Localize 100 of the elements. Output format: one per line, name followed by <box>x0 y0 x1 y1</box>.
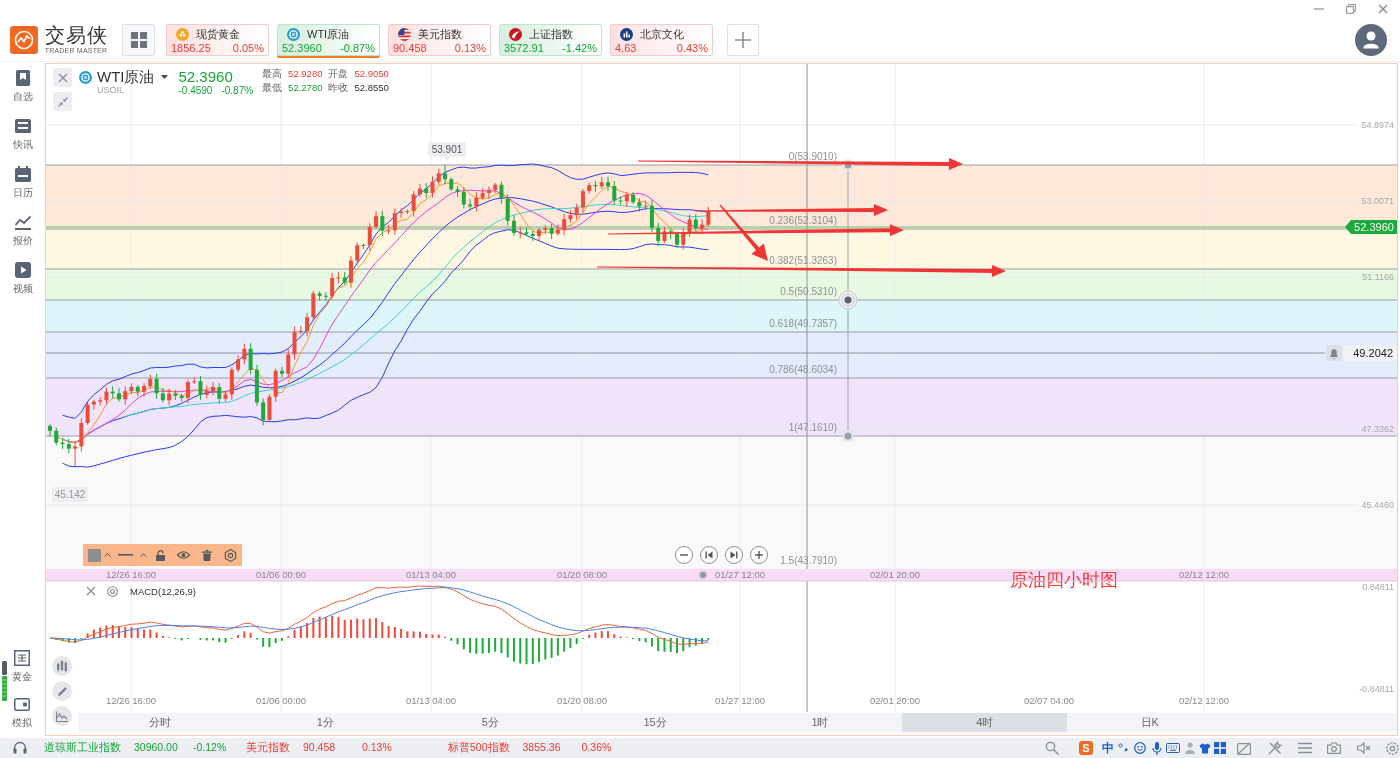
sidebar-item[interactable]: 自选 <box>0 70 45 103</box>
sidebar-item[interactable]: 快讯 <box>0 118 45 151</box>
close-icon[interactable] <box>1378 4 1388 14</box>
settings-icon[interactable] <box>1386 741 1399 755</box>
macd-axis-label: 0.84811 <box>1362 582 1394 592</box>
signal-meter-icon <box>2 661 7 701</box>
period-tab[interactable]: 日K <box>1067 713 1233 732</box>
quote-change: 0.13% <box>454 42 486 54</box>
chevron-up-icon[interactable] <box>104 553 111 557</box>
person-icon[interactable] <box>1185 742 1195 754</box>
close-icon[interactable] <box>86 586 96 596</box>
ticker-name: 美元指数 <box>246 741 290 755</box>
time-axis-label: 01/13 04:00 <box>405 695 457 706</box>
list-icon[interactable] <box>1298 742 1312 754</box>
last-price: 52.3960 <box>178 68 234 85</box>
handle-dot-icon[interactable] <box>698 570 708 580</box>
candlestick-icon <box>56 660 68 672</box>
magnifier-icon[interactable] <box>1045 741 1059 755</box>
quote-card[interactable]: 上证指数 3572.91 -1.42% <box>499 24 602 56</box>
period-tab[interactable]: 1时 <box>737 713 903 732</box>
eye-icon[interactable] <box>177 551 190 559</box>
stat-value: 52.2780 <box>288 82 323 93</box>
lock-icon[interactable] <box>156 549 165 561</box>
period-tab[interactable]: 4时 <box>902 713 1068 732</box>
logo-icon <box>10 26 38 54</box>
ring-logo-icon <box>287 27 300 41</box>
tools-icon[interactable] <box>1268 741 1282 755</box>
period-tab[interactable]: 1分 <box>242 713 408 732</box>
chart-type-button[interactable] <box>52 656 72 676</box>
price-change: -0.4590 <box>178 85 213 96</box>
flag-icon <box>398 27 411 41</box>
sidebar-item[interactable]: 报价 <box>0 214 45 247</box>
calendar-icon <box>14 166 31 182</box>
bell-icon[interactable] <box>1326 345 1342 361</box>
collapse-button[interactable] <box>53 92 72 111</box>
mute-icon[interactable] <box>1357 742 1371 754</box>
handle-dot-icon[interactable] <box>842 430 854 442</box>
grid-icon[interactable] <box>1214 742 1226 754</box>
smiley-icon[interactable] <box>1134 742 1146 754</box>
ticker-value: 30960.00 <box>134 741 179 755</box>
settings-icon[interactable] <box>224 548 237 562</box>
stat-label: 昨收 <box>328 82 349 93</box>
quote-card[interactable]: 美元指数 90.458 0.13% <box>388 24 491 56</box>
price-change-percent: -0.87% <box>221 85 254 96</box>
shirt-icon[interactable] <box>1199 742 1211 754</box>
close-chart-button[interactable] <box>53 68 72 87</box>
quote-name: 北京文化 <box>640 26 684 42</box>
symbol-dropdown[interactable]: WTI原油 <box>97 68 168 85</box>
sidebar-item[interactable]: 视频 <box>0 262 45 295</box>
low-price-label: 45.142 <box>52 487 88 502</box>
quote-card[interactable]: 现货黄金 1856.25 0.05% <box>166 24 269 56</box>
color-swatch-icon[interactable] <box>88 548 101 562</box>
plus-icon <box>755 551 763 559</box>
news-icon <box>14 118 31 134</box>
period-tab[interactable]: 15分 <box>572 713 738 732</box>
line-style-icon[interactable] <box>118 554 133 556</box>
settings-icon[interactable] <box>107 585 118 597</box>
price-axis-label: 45.4460 <box>1361 500 1394 510</box>
stat-value: 52.9050 <box>354 68 389 79</box>
time-axis-label: 02/01 20:00 <box>869 695 921 706</box>
symbol-code: USOIL <box>97 85 125 95</box>
skip-end-icon <box>730 551 738 559</box>
time-axis-label: 02/12 12:00 <box>1178 569 1230 580</box>
last-price-tag: 52.3960 <box>1345 220 1397 234</box>
minus-icon <box>680 551 688 559</box>
quote-change: -0.87% <box>340 42 375 54</box>
camera-icon[interactable] <box>1327 742 1341 754</box>
app-title: 交易侠 <box>44 25 108 46</box>
handle-dot-icon[interactable] <box>838 290 858 310</box>
layout-button[interactable] <box>122 24 155 56</box>
quote-card[interactable]: 北京文化 4.63 0.43% <box>610 24 713 56</box>
time-axis-label: 01/20 08:00 <box>556 569 608 580</box>
quote-name: 现货黄金 <box>196 26 240 42</box>
sidebar-item[interactable]: 日历 <box>0 166 45 199</box>
input-mode-toggle[interactable]: 中 <box>1102 741 1114 755</box>
punctuation-icon[interactable] <box>1118 743 1128 753</box>
quote-name: 美元指数 <box>418 26 462 42</box>
quote-price: 1856.25 <box>171 42 211 54</box>
quote-card[interactable]: WTI原油 52.3960 -0.87% <box>277 24 380 56</box>
period-tab[interactable]: 分时 <box>78 713 243 732</box>
headset-icon[interactable] <box>13 741 27 755</box>
quote-name: 上证指数 <box>529 26 573 42</box>
chevron-up-icon[interactable] <box>140 553 147 557</box>
image-icon[interactable] <box>1237 741 1251 755</box>
price-axis-label: 53.0071 <box>1361 196 1394 206</box>
caret-icon <box>160 74 168 79</box>
microphone-icon[interactable] <box>1152 741 1162 755</box>
period-tab[interactable]: 5分 <box>407 713 573 732</box>
quote-change: -1.42% <box>562 42 597 54</box>
fib-level-label: 1(47.1610) <box>788 422 837 433</box>
trash-icon[interactable] <box>202 549 212 561</box>
avatar-icon[interactable] <box>1355 24 1387 56</box>
add-button[interactable] <box>727 24 759 56</box>
draw-tool-button[interactable] <box>52 681 72 701</box>
sidebar-item[interactable]: 黄金 <box>7 650 37 683</box>
keyboard-icon[interactable] <box>1166 743 1180 753</box>
restore-icon[interactable] <box>1346 4 1356 14</box>
indicator-button[interactable] <box>52 706 72 726</box>
sidebar-item[interactable]: 模拟 <box>7 696 37 729</box>
stat-label: 开盘 <box>328 68 349 79</box>
